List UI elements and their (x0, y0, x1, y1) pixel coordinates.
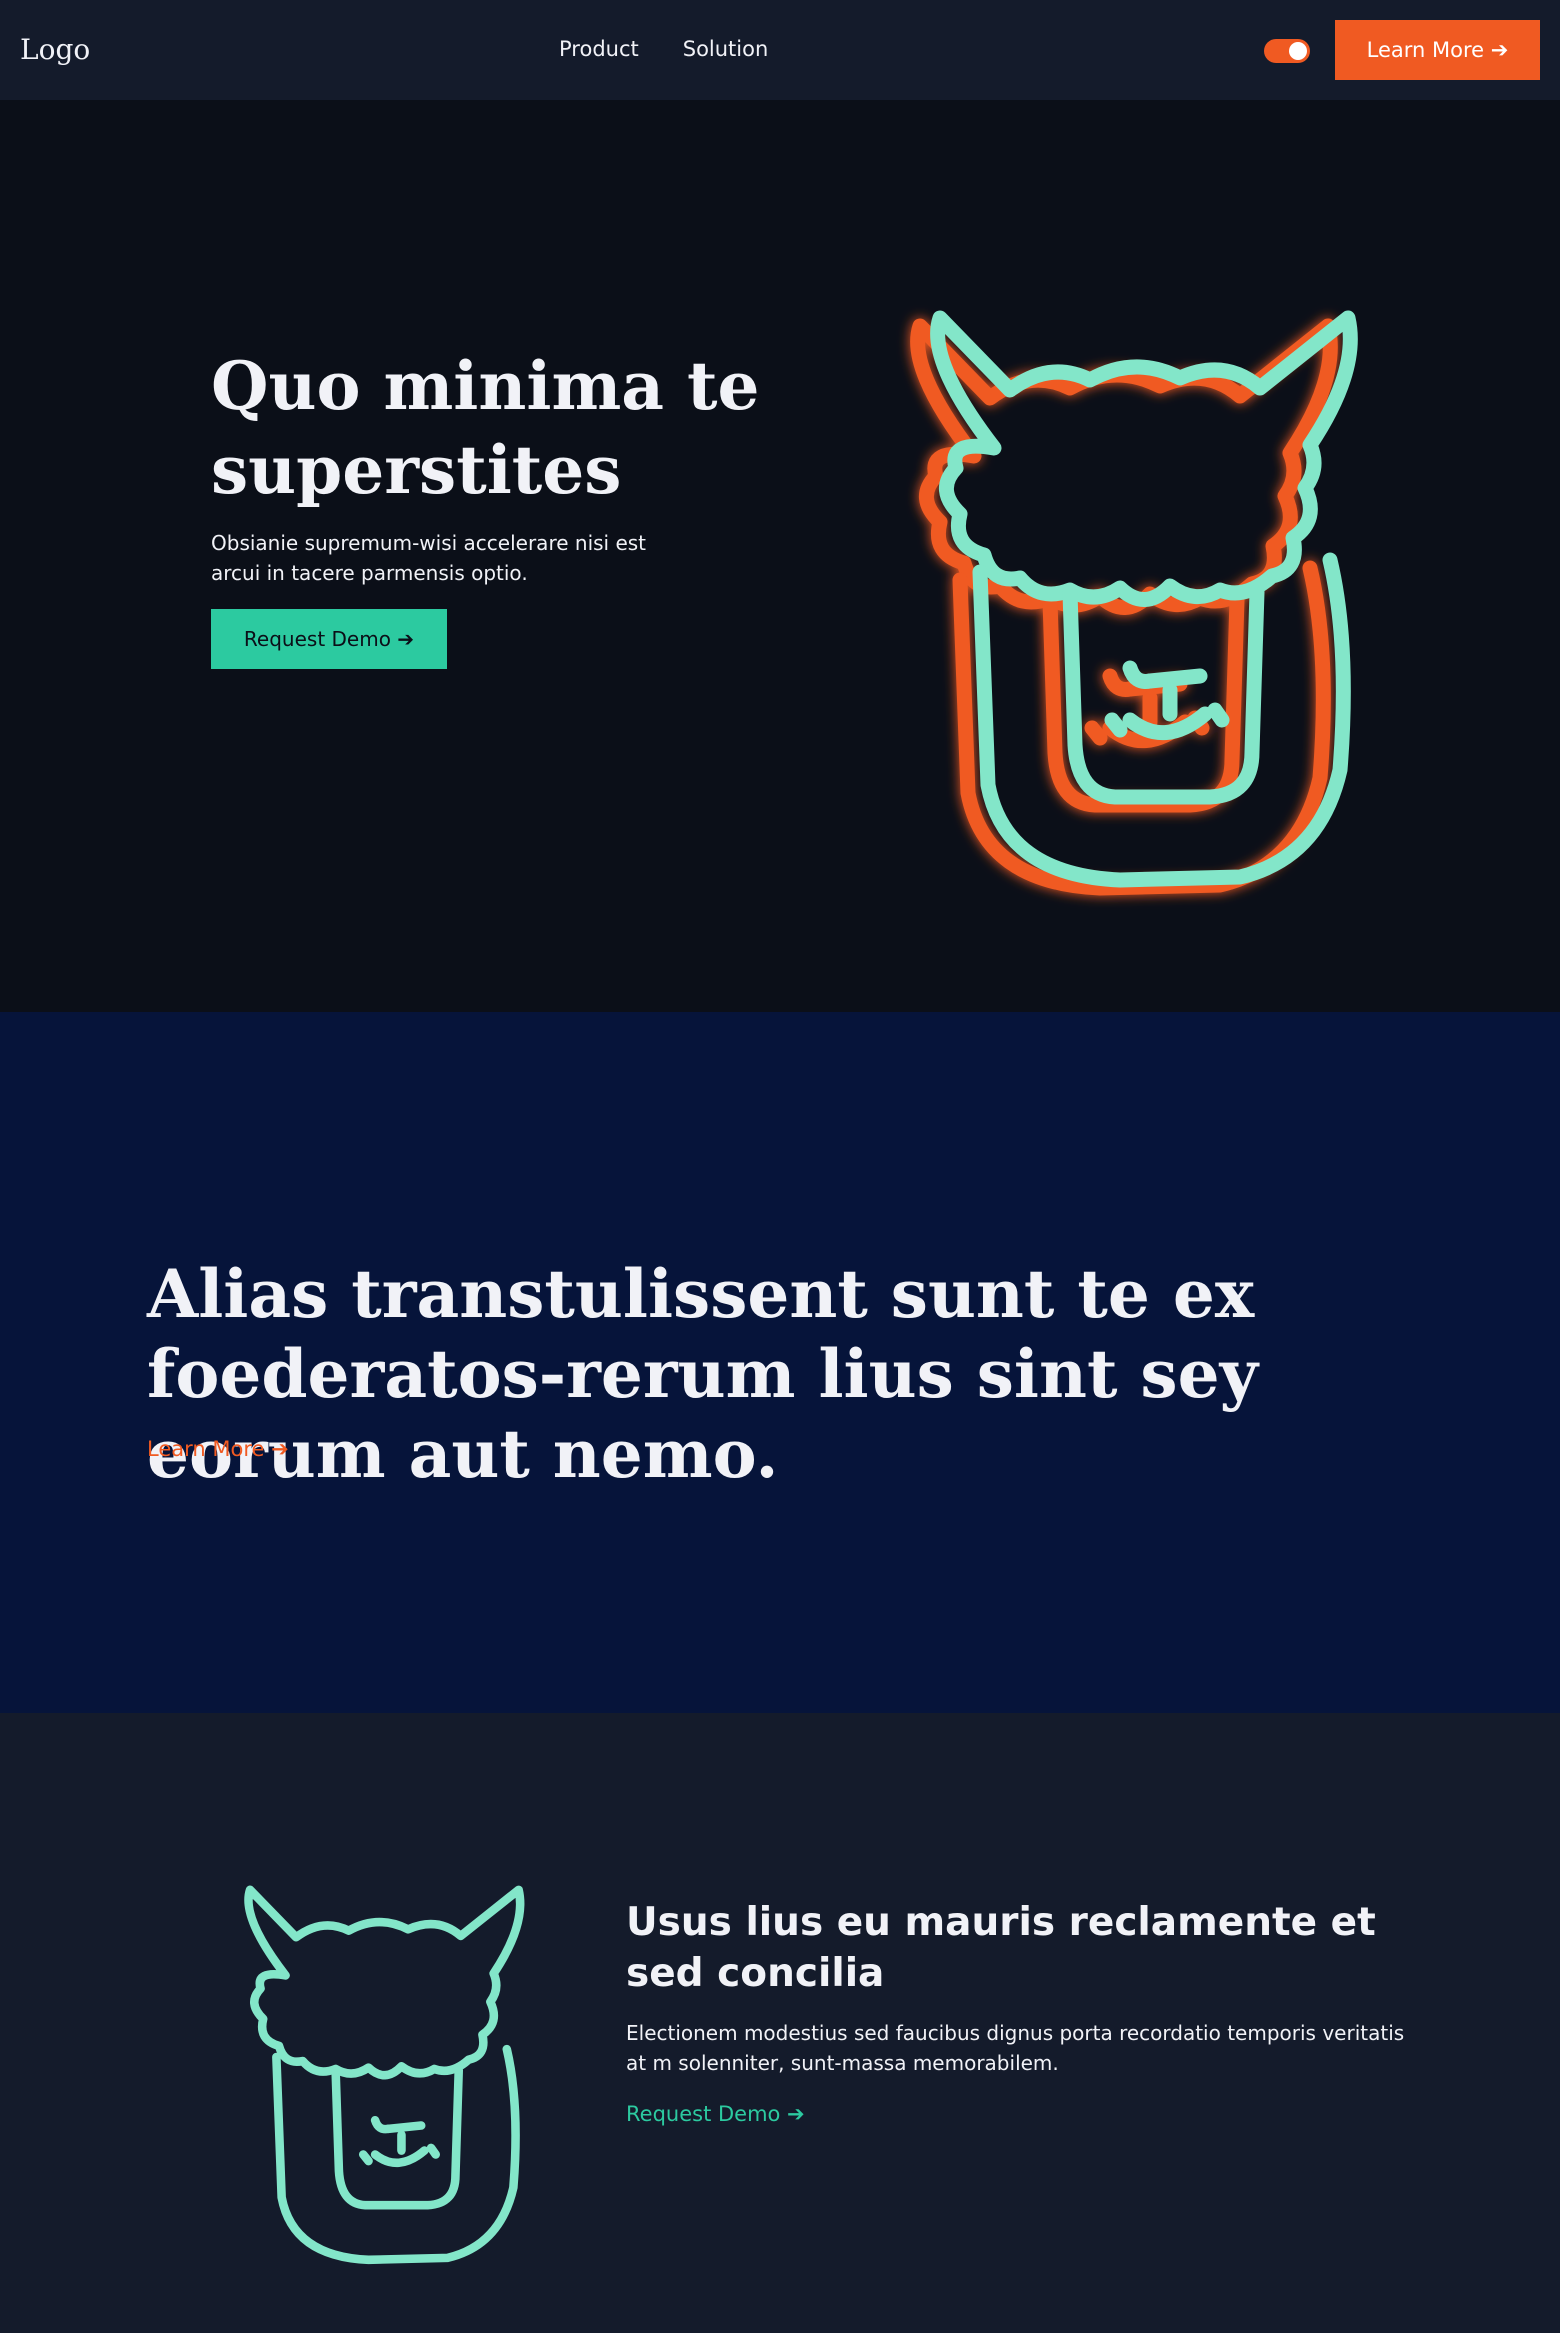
hero-description: Obsianie supremum-wisi accelerare nisi e… (211, 531, 647, 585)
toggle-knob (1289, 42, 1307, 60)
nav-links: Product Solution (559, 34, 768, 64)
quote-title: Alias transtulissent sunt te ex foederat… (147, 1255, 1258, 1493)
learn-more-button[interactable]: Learn More ➔ (1335, 20, 1540, 80)
feature-section: Usus lius eu mauris reclamente et sed co… (0, 1713, 1560, 2333)
feature-description: Electionem modestius sed faucibus dignus… (626, 2021, 1405, 2075)
top-nav: Logo Product Solution Learn More ➔ (0, 0, 1560, 100)
learn-more-link[interactable]: Learn More ➔ (147, 1434, 289, 1464)
llama-icon (890, 300, 1390, 950)
quote-section: Alias transtulissent sunt te ex foederat… (0, 1012, 1560, 1713)
nav-link-product[interactable]: Product (559, 34, 639, 64)
nav-link-solution[interactable]: Solution (683, 34, 769, 64)
request-demo-link[interactable]: Request Demo ➔ (626, 2099, 805, 2129)
theme-toggle[interactable] (1264, 39, 1310, 63)
feature-title: Usus lius eu mauris reclamente et sed co… (626, 1900, 1376, 1996)
hero-title: Quo minima te superstites (211, 347, 760, 509)
logo[interactable]: Logo (20, 32, 90, 68)
request-demo-button[interactable]: Request Demo ➔ (211, 609, 447, 669)
hero-section: Quo minima te superstites Obsianie supre… (0, 100, 1560, 1012)
llama-icon (220, 1878, 550, 2273)
